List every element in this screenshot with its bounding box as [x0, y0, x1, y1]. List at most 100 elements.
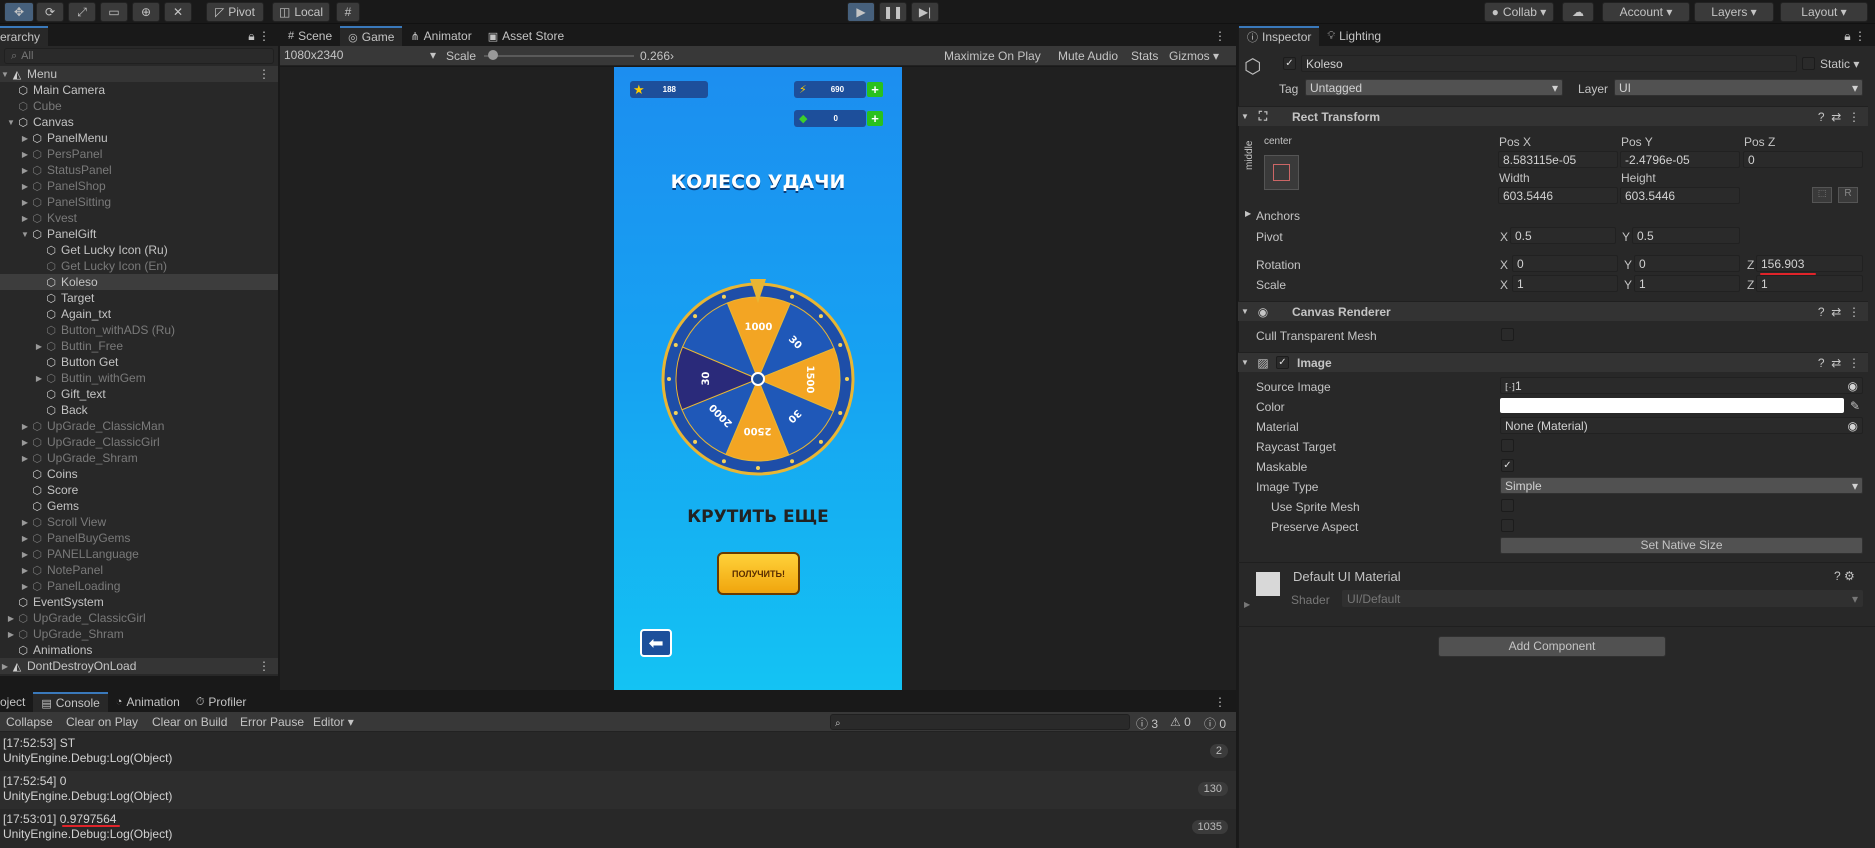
editor-dropdown[interactable]: Editor ▾ [313, 715, 354, 729]
expand-arrow-icon[interactable]: ▼ [0, 70, 10, 79]
fortune-wheel[interactable]: 1000301500302500200030 [661, 282, 855, 476]
tab-game[interactable]: ◎ Game [340, 26, 403, 46]
hierarchy-item[interactable]: ⬡ Main Camera [0, 82, 278, 98]
expand-arrow-icon[interactable]: ▶ [20, 550, 30, 559]
hierarchy-item[interactable]: ⬡ Button_withADS (Ru) [0, 322, 278, 338]
posy-field[interactable]: -2.4796e-05 [1620, 151, 1740, 168]
material-expand-arrow-icon[interactable]: ▶ [1244, 600, 1250, 609]
grid-snap-icon[interactable]: # [336, 2, 360, 22]
error-count-badge[interactable]: ⓘ 0 [1204, 715, 1226, 732]
scene-menu-icon[interactable]: ⋮ [258, 67, 278, 81]
move-tool-icon[interactable]: ✥ [4, 2, 34, 22]
expand-arrow-icon[interactable]: ▶ [20, 438, 30, 447]
canvas-renderer-header[interactable]: ▼ ◉ Canvas Renderer ? ⇄ ⋮ [1238, 301, 1868, 321]
center-menu-icon[interactable]: ⋮ [1214, 26, 1236, 46]
tab-animation[interactable]: ◔ Animation [108, 692, 188, 712]
tab-asset-store[interactable]: ▣ Asset Store [480, 26, 572, 46]
lock-icon[interactable]: 🔒︎ ⋮ [248, 26, 278, 46]
custom-tool-icon[interactable]: ✕ [164, 2, 192, 22]
hierarchy-dontdestroy-row[interactable]: ▶ ◭ DontDestroyOnLoad ⋮ [0, 658, 278, 674]
tab-console[interactable]: ▤ Console [33, 692, 108, 712]
hierarchy-item[interactable]: ⬡ Get Lucky Icon (En) [0, 258, 278, 274]
hierarchy-item[interactable]: ⬡ Coins [0, 466, 278, 482]
pause-button[interactable]: ❚❚ [879, 2, 907, 22]
object-picker-icon[interactable]: ◉ [1848, 419, 1858, 433]
expand-arrow-icon[interactable]: ▶ [6, 614, 16, 623]
image-type-dropdown[interactable]: Simple ▾ [1500, 477, 1863, 494]
scale-slider-thumb[interactable] [487, 50, 498, 60]
scale-y-field[interactable]: 1 [1634, 275, 1740, 292]
expand-arrow-icon[interactable]: ▶ [20, 518, 30, 527]
anchors-foldout[interactable]: Anchors [1256, 209, 1300, 223]
hierarchy-item[interactable]: ▶ ⬡ PanelSitting [0, 194, 278, 210]
static-checkbox[interactable] [1802, 57, 1815, 70]
shader-dropdown[interactable]: UI/Default ▾ [1342, 590, 1863, 607]
add-gems-button[interactable]: + [867, 111, 883, 126]
scale-tool-icon[interactable]: ⤢ [68, 2, 96, 22]
component-menu-icon[interactable]: ? ⇄ ⋮ [1818, 110, 1868, 124]
tab-profiler[interactable]: ⏱ Profiler [188, 692, 255, 712]
hierarchy-item[interactable]: ⬡ Gift_text [0, 386, 278, 402]
hierarchy-item[interactable]: ⬡ Gems [0, 498, 278, 514]
hierarchy-item[interactable]: ▶ ⬡ PanelLoading [0, 578, 278, 594]
active-checkbox[interactable]: ✓ [1283, 57, 1296, 70]
layout-dropdown[interactable]: Layout ▾ [1780, 2, 1868, 22]
expand-arrow-icon[interactable]: ▶ [20, 134, 30, 143]
rotation-z-field[interactable]: 156.903 [1756, 255, 1863, 272]
collab-dropdown[interactable]: ● Collab ▾ [1484, 2, 1554, 22]
hierarchy-item[interactable]: ⬡ Animations [0, 642, 278, 658]
expand-arrow-icon[interactable]: ▶ [34, 374, 44, 383]
hierarchy-item[interactable]: ▶ ⬡ UpGrade_Shram [0, 450, 278, 466]
expand-arrow-icon[interactable]: ▶ [20, 198, 30, 207]
expand-arrow-icon[interactable]: ▶ [20, 182, 30, 191]
posx-field[interactable]: 8.583115e-05 [1498, 151, 1618, 168]
clear-on-build-button[interactable]: Clear on Build [152, 715, 227, 729]
image-header[interactable]: ▼ ▨ ✓ Image ? ⇄ ⋮ [1238, 352, 1868, 372]
component-menu-icon[interactable]: ? ⇄ ⋮ [1818, 356, 1868, 370]
expand-arrow-icon[interactable]: ▼ [20, 230, 30, 239]
cloud-icon[interactable]: ☁ [1562, 2, 1594, 22]
hierarchy-item[interactable]: ▶ ⬡ Buttin_withGem [0, 370, 278, 386]
error-pause-button[interactable]: Error Pause [240, 715, 304, 729]
gizmos-dropdown[interactable]: Gizmos ▾ [1169, 49, 1219, 63]
cull-mesh-checkbox[interactable] [1501, 328, 1514, 341]
height-field[interactable]: 603.5446 [1620, 187, 1740, 204]
expand-arrow-icon[interactable]: ▼ [6, 118, 16, 127]
hierarchy-item[interactable]: ⬡ EventSystem [0, 594, 278, 610]
add-energy-button[interactable]: + [867, 82, 883, 97]
static-dropdown[interactable]: Static ▾ [1820, 57, 1859, 71]
tab-lighting[interactable]: 💡︎ Lighting [1319, 26, 1389, 46]
material-menu-icon[interactable]: ? ⚙ [1834, 569, 1855, 583]
console-log-row[interactable]: [17:52:53] ST UnityEngine.Debug:Log(Objec… [0, 733, 1236, 771]
console-search-input[interactable]: ⌕ [830, 714, 1130, 730]
sprite-mesh-checkbox[interactable] [1501, 499, 1514, 512]
color-swatch[interactable] [1500, 398, 1844, 413]
expand-arrow-icon[interactable]: ▶ [0, 662, 10, 671]
posz-field[interactable]: 0 [1743, 151, 1863, 168]
hierarchy-scene-row[interactable]: ▼ ◭ Menu ⋮ [0, 66, 278, 82]
hierarchy-item[interactable]: ▶ ⬡ StatusPanel [0, 162, 278, 178]
expand-arrow-icon[interactable]: ▶ [20, 454, 30, 463]
back-button[interactable]: ⬅ [640, 629, 672, 657]
hierarchy-item[interactable]: ⬡ Cube [0, 98, 278, 114]
tab-inspector[interactable]: ⓘ Inspector [1239, 26, 1320, 46]
hierarchy-item[interactable]: ⬡ Target [0, 290, 278, 306]
expand-arrow-icon[interactable]: ▶ [34, 342, 44, 351]
hierarchy-item[interactable]: ▶ ⬡ Scroll View [0, 514, 278, 530]
step-button[interactable]: ▶| [911, 2, 939, 22]
tag-dropdown[interactable]: Untagged ▾ [1305, 79, 1563, 96]
scale-z-field[interactable]: 1 [1756, 275, 1863, 292]
pivot-toggle[interactable]: ◸ Pivot [206, 2, 264, 22]
tab-animator[interactable]: ⋔ Animator [402, 26, 479, 46]
mute-audio-toggle[interactable]: Mute Audio [1058, 49, 1118, 63]
hierarchy-item[interactable]: ▶ ⬡ UpGrade_ClassicGirl [0, 610, 278, 626]
source-image-field[interactable]: ⁅·⁆1 ◉ [1500, 377, 1863, 394]
console-log-row[interactable]: [17:53:01] 0.9797564 UnityEngine.Debug:Lo… [0, 809, 1236, 847]
set-native-size-button[interactable]: Set Native Size [1500, 537, 1863, 554]
hierarchy-item[interactable]: ▶ ⬡ PANELLanguage [0, 546, 278, 562]
expand-arrow-icon[interactable]: ▶ [20, 582, 30, 591]
add-component-button[interactable]: Add Component [1438, 636, 1666, 657]
resolution-dropdown[interactable]: 1080x2340 ▾ [284, 48, 438, 64]
play-button[interactable]: ▶ [847, 2, 875, 22]
preserve-aspect-checkbox[interactable] [1501, 519, 1514, 532]
